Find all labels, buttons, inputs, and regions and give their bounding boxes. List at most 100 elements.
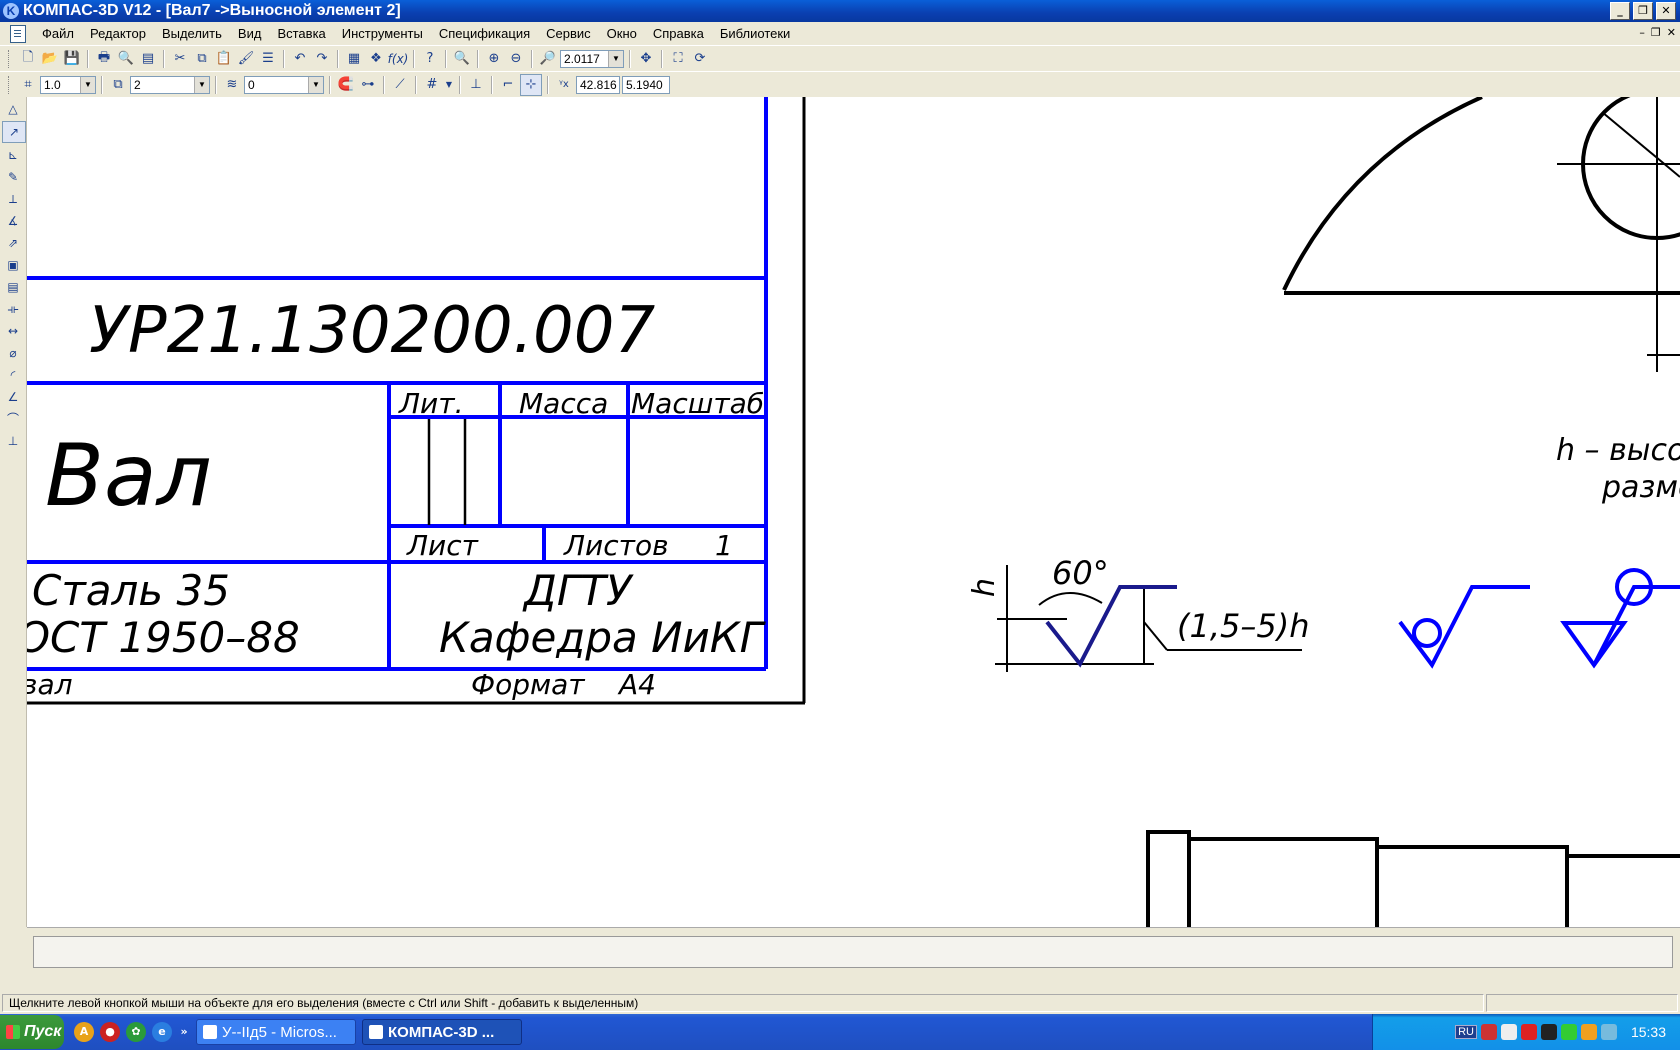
properties-icon[interactable]: ▤ — [138, 49, 158, 69]
title-bar[interactable]: K КОМПАС-3D V12 - [Вал7 ->Выносной элеме… — [0, 0, 1680, 22]
new-document-icon[interactable]: 🗋 — [18, 49, 38, 69]
zoom-out-icon[interactable]: ⊖ — [506, 49, 526, 69]
layers-icon[interactable]: ≋ — [222, 75, 242, 95]
local-cs-icon[interactable]: ⊥ — [466, 75, 486, 95]
library-manager-icon[interactable]: ❖ — [366, 49, 386, 69]
save-icon[interactable]: 💾 — [62, 49, 82, 69]
redo-icon[interactable]: ↷ — [312, 49, 332, 69]
ortho-mode-icon[interactable]: ⌐ — [498, 75, 518, 95]
spec-icon[interactable]: ▤ — [2, 277, 24, 297]
app-launcher-icon[interactable]: A — [74, 1022, 94, 1042]
menu-tools[interactable]: Инструменты — [334, 26, 431, 41]
chevron-down-icon[interactable]: ▼ — [608, 50, 623, 67]
undo-icon[interactable]: ↶ — [290, 49, 310, 69]
tray-settings-icon[interactable] — [1500, 1024, 1517, 1040]
menu-editor[interactable]: Редактор — [82, 26, 154, 41]
print-preview-icon[interactable]: 🔍 — [116, 49, 136, 69]
diameter-dim-icon[interactable]: ⌀ — [2, 343, 24, 363]
clock[interactable]: 15:33 — [1631, 1024, 1666, 1040]
network-icon[interactable]: ✿ — [126, 1022, 146, 1042]
menu-file[interactable]: Файл — [34, 26, 82, 41]
menu-view[interactable]: Вид — [230, 26, 270, 41]
snap-local-icon[interactable]: ⊶ — [358, 75, 378, 95]
help-pointer-icon[interactable]: ? — [420, 49, 440, 69]
menu-select[interactable]: Выделить — [154, 26, 230, 41]
menu-insert[interactable]: Вставка — [269, 26, 333, 41]
property-panel-field[interactable] — [33, 936, 1673, 968]
open-folder-icon[interactable]: 📂 — [40, 49, 60, 69]
task-word[interactable]: У--IIд5 - Micros... — [196, 1019, 356, 1045]
view-combobox[interactable]: 0 ▼ — [244, 75, 324, 94]
tray-security-icon[interactable] — [1480, 1024, 1497, 1040]
quick-launch-more-icon[interactable]: » — [178, 1022, 190, 1042]
menu-help[interactable]: Справка — [645, 26, 712, 41]
coord-x-field[interactable]: 42.816 — [576, 75, 620, 94]
browser-icon[interactable]: ● — [100, 1022, 120, 1042]
cut-icon[interactable]: ✂ — [170, 49, 190, 69]
kompas-app-icon[interactable]: K — [3, 3, 19, 19]
horizontal-dim-icon[interactable]: ↔ — [2, 321, 24, 341]
rounding-icon[interactable]: ⊹ — [520, 73, 542, 96]
paste-icon[interactable]: 📋 — [214, 49, 234, 69]
minimize-button[interactable]: _ — [1610, 2, 1630, 20]
parametrization-icon[interactable]: ⟂ — [2, 189, 24, 209]
toolbar-grip[interactable] — [8, 75, 12, 94]
edit-icon[interactable]: ✎ — [2, 167, 24, 187]
measure-icon[interactable]: ∡ — [2, 211, 24, 231]
show-all-icon[interactable]: ⛶ — [668, 49, 688, 69]
tray-nvidia-icon[interactable] — [1600, 1024, 1617, 1040]
task-kompas[interactable]: КОМПАС-3D ... — [362, 1019, 522, 1045]
arc-dim-icon[interactable]: ⌒ — [2, 409, 24, 429]
manager-icon[interactable]: ▦ — [344, 49, 364, 69]
chevron-down-icon[interactable]: ▼ — [308, 76, 323, 93]
geometry-icon[interactable]: △ — [2, 99, 24, 119]
designations-icon[interactable]: ⊾ — [2, 145, 24, 165]
print-icon[interactable]: 🖶 — [94, 49, 114, 69]
step-combobox[interactable]: 1.0 ▼ — [40, 75, 96, 94]
refresh-icon[interactable]: ⟳ — [690, 49, 710, 69]
zoom-combobox[interactable]: 2.0117 ▼ — [560, 49, 624, 68]
doc-restore-button[interactable]: ❐ — [1651, 26, 1661, 39]
grid-icon[interactable]: # — [422, 75, 442, 95]
cursor-step-icon[interactable]: ⌗ — [18, 75, 38, 95]
layer-combobox[interactable]: 2 ▼ — [130, 75, 210, 94]
chevron-down-icon[interactable]: ▼ — [444, 75, 454, 95]
dimensions-icon[interactable]: ↗ — [2, 121, 26, 143]
pan-icon[interactable]: ✥ — [636, 49, 656, 69]
doc-close-button[interactable]: ✕ — [1667, 26, 1676, 39]
drawing-canvas[interactable]: УР21.130200.007 Вал Лит. Масса Масштаб Л… — [27, 97, 1680, 927]
drawing-mode-icon[interactable]: ⟋ — [390, 75, 410, 95]
angular-dim-icon[interactable]: ∠ — [2, 387, 24, 407]
tray-update-icon[interactable] — [1580, 1024, 1597, 1040]
chevron-down-icon[interactable]: ▼ — [194, 76, 209, 93]
properties-list-icon[interactable]: ☰ — [258, 49, 278, 69]
document-icon[interactable] — [10, 24, 26, 43]
views-icon[interactable]: ▣ — [2, 255, 24, 275]
zoom-window-icon[interactable]: 🔍 — [452, 49, 472, 69]
language-indicator[interactable]: RU — [1455, 1025, 1477, 1039]
height-mark-icon[interactable]: ⊥ — [2, 431, 24, 451]
menu-service[interactable]: Сервис — [538, 26, 599, 41]
select-icon[interactable]: ⇗ — [2, 233, 24, 253]
tray-disk-icon[interactable] — [1540, 1024, 1557, 1040]
restore-button[interactable]: ❐ — [1633, 2, 1653, 20]
current-layer-icon[interactable]: ⧉ — [108, 75, 128, 95]
menu-window[interactable]: Окно — [599, 26, 645, 41]
close-button[interactable]: ✕ — [1656, 2, 1676, 20]
zoom-scale-icon[interactable]: 🔎 — [538, 49, 558, 69]
tray-battery-icon[interactable] — [1560, 1024, 1577, 1040]
coord-y-field[interactable]: 5.1940 — [622, 75, 670, 94]
menu-specification[interactable]: Спецификация — [431, 26, 538, 41]
zoom-in-icon[interactable]: ⊕ — [484, 49, 504, 69]
snap-magnet-icon[interactable]: 🧲 — [336, 75, 356, 95]
radial-dim-icon[interactable]: ◜ — [2, 365, 24, 385]
format-brush-icon[interactable]: 🖌 — [236, 49, 256, 69]
menu-libraries[interactable]: Библиотеки — [712, 26, 798, 41]
variables-fx-icon[interactable]: f(x) — [388, 49, 409, 69]
chevron-down-icon[interactable]: ▼ — [80, 76, 95, 93]
toolbar-grip[interactable] — [8, 49, 12, 68]
linear-dim-icon[interactable]: ⟛ — [2, 299, 24, 319]
doc-minimize-button[interactable]: – — [1639, 26, 1645, 39]
internet-explorer-icon[interactable]: e — [152, 1022, 172, 1042]
copy-icon[interactable]: ⧉ — [192, 49, 212, 69]
